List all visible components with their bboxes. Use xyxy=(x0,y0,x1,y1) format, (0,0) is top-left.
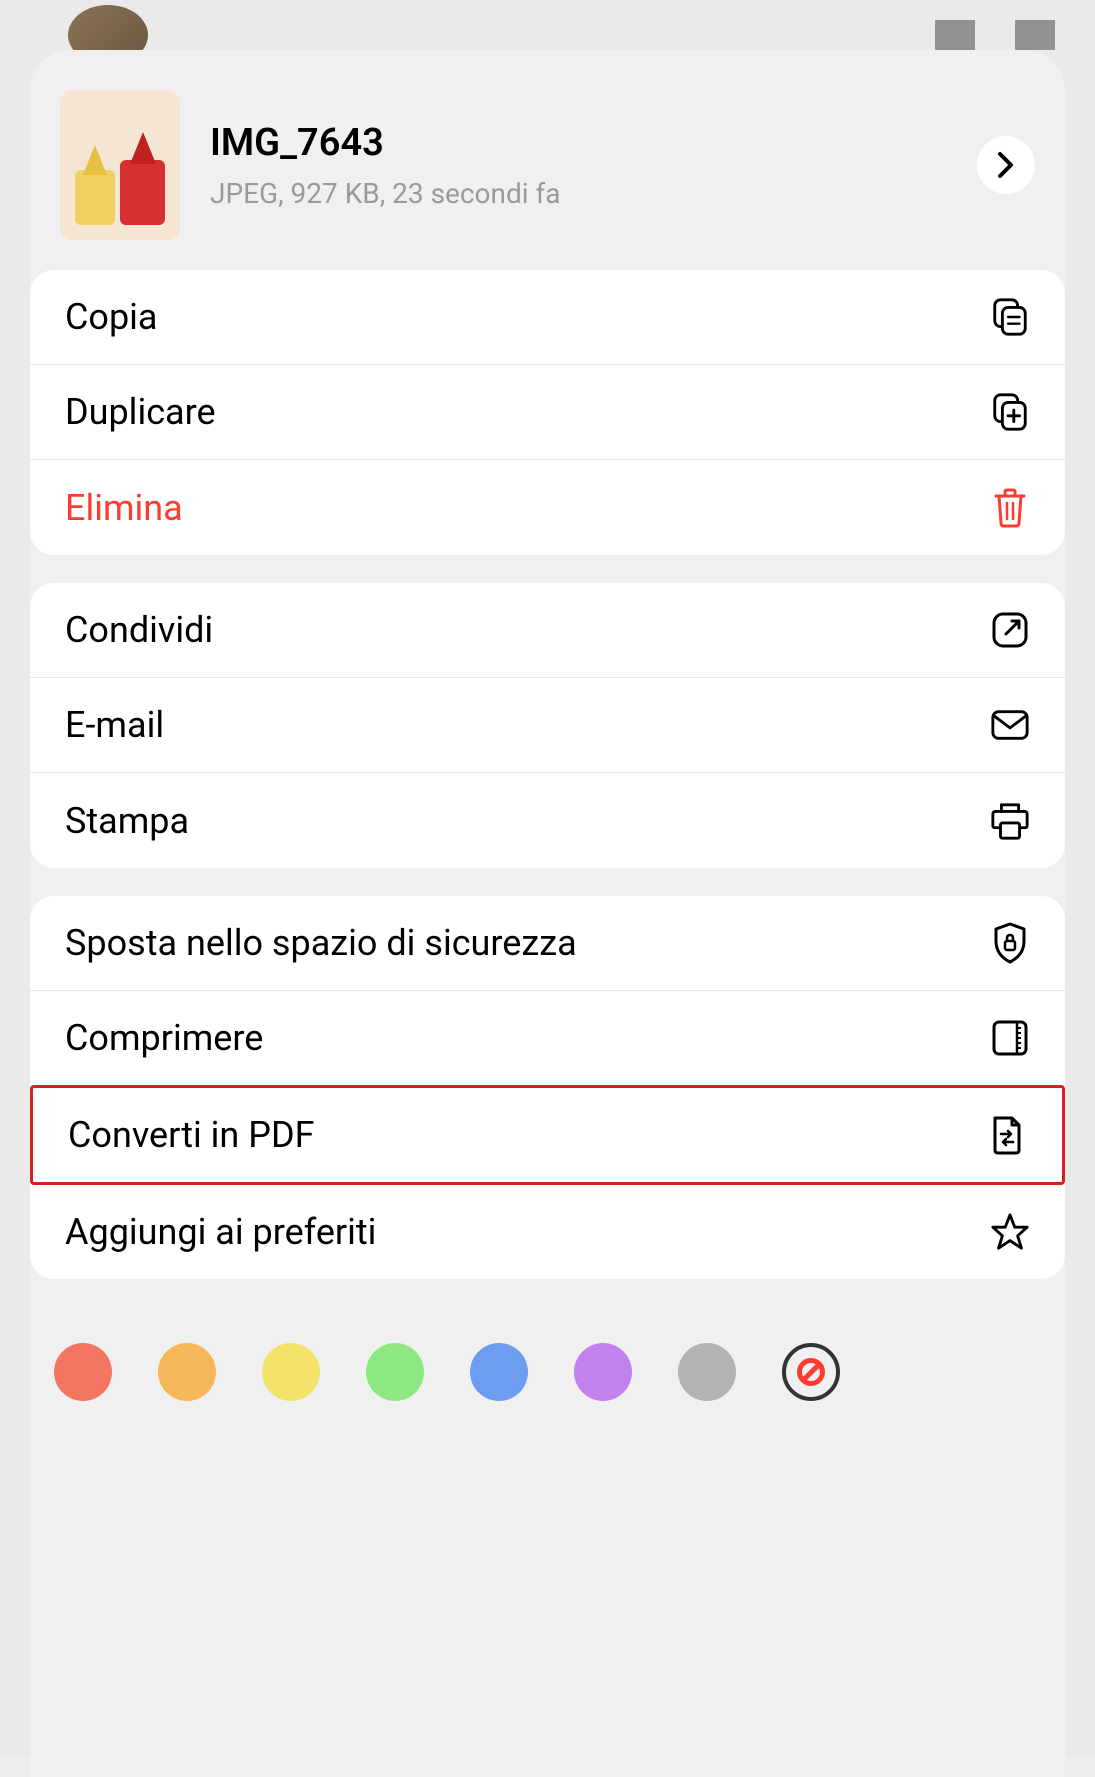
section-primary: Copia Duplicare xyxy=(30,270,1065,555)
file-thumbnail xyxy=(60,90,180,240)
copy-icon xyxy=(990,297,1030,337)
color-tag-orange[interactable] xyxy=(158,1343,216,1401)
color-tag-green[interactable] xyxy=(366,1343,424,1401)
color-tag-blue[interactable] xyxy=(470,1343,528,1401)
move-secure-item[interactable]: Sposta nello spazio di sicurezza xyxy=(30,896,1065,991)
action-sheet: IMG_7643 JPEG, 927 KB, 23 secondi fa Cop… xyxy=(30,50,1065,1777)
color-tag-purple[interactable] xyxy=(574,1343,632,1401)
color-tags xyxy=(30,1307,1065,1437)
compress-item[interactable]: Comprimere xyxy=(30,991,1065,1086)
select-icon xyxy=(1015,20,1055,50)
file-meta: JPEG, 927 KB, 23 secondi fa xyxy=(210,177,947,210)
favorite-label: Aggiungi ai preferiti xyxy=(65,1211,376,1253)
convert-pdf-label: Converti in PDF xyxy=(68,1114,314,1156)
section-actions: Sposta nello spazio di sicurezza Comprim… xyxy=(30,896,1065,1279)
color-tag-red[interactable] xyxy=(54,1343,112,1401)
delete-label: Elimina xyxy=(65,487,183,529)
move-secure-label: Sposta nello spazio di sicurezza xyxy=(65,922,577,964)
share-label: Condividi xyxy=(65,609,213,651)
share-item[interactable]: Condividi xyxy=(30,583,1065,678)
file-header: IMG_7643 JPEG, 927 KB, 23 secondi fa xyxy=(30,50,1065,270)
color-tag-none[interactable] xyxy=(782,1343,840,1401)
chevron-right-icon xyxy=(997,151,1015,179)
toolbar-icons xyxy=(935,20,1055,50)
print-label: Stampa xyxy=(65,800,189,842)
share-icon xyxy=(990,610,1030,650)
duplicate-icon xyxy=(990,392,1030,432)
color-tag-gray[interactable] xyxy=(678,1343,736,1401)
email-item[interactable]: E-mail xyxy=(30,678,1065,773)
no-color-icon xyxy=(797,1358,825,1386)
archive-icon xyxy=(990,1018,1030,1058)
file-name: IMG_7643 xyxy=(210,121,947,165)
trash-icon xyxy=(990,488,1030,528)
copy-item[interactable]: Copia xyxy=(30,270,1065,365)
email-icon xyxy=(990,705,1030,745)
star-icon xyxy=(990,1212,1030,1252)
duplicate-item[interactable]: Duplicare xyxy=(30,365,1065,460)
print-item[interactable]: Stampa xyxy=(30,773,1065,868)
file-info: IMG_7643 JPEG, 927 KB, 23 secondi fa xyxy=(210,121,947,210)
grid-icon xyxy=(935,20,975,50)
email-label: E-mail xyxy=(65,704,164,746)
print-icon xyxy=(990,801,1030,841)
convert-file-icon xyxy=(987,1115,1027,1155)
file-detail-button[interactable] xyxy=(977,136,1035,194)
delete-item[interactable]: Elimina xyxy=(30,460,1065,555)
duplicate-label: Duplicare xyxy=(65,391,216,433)
section-share: Condividi E-mail Stampa xyxy=(30,583,1065,868)
compress-label: Comprimere xyxy=(65,1017,263,1059)
copy-label: Copia xyxy=(65,296,158,338)
color-tag-yellow[interactable] xyxy=(262,1343,320,1401)
shield-lock-icon xyxy=(990,923,1030,963)
convert-pdf-item[interactable]: Converti in PDF xyxy=(30,1085,1065,1185)
favorite-item[interactable]: Aggiungi ai preferiti xyxy=(30,1184,1065,1279)
